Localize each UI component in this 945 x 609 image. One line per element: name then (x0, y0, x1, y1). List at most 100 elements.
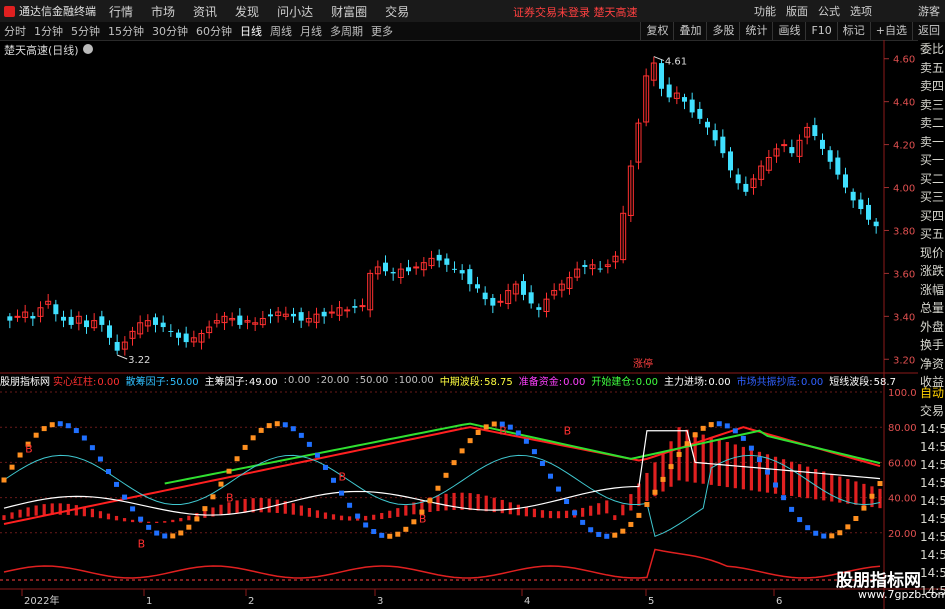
quote-label: 总量 (920, 301, 945, 315)
low-label: 3.22 (128, 355, 150, 366)
quote-label: 现价 (920, 245, 945, 260)
tool-mark[interactable]: 标记 (836, 22, 870, 40)
tool-overlay[interactable]: 叠加 (673, 22, 706, 40)
ind-tick-label: 20.00 (888, 529, 917, 540)
tool-add-watch[interactable]: +自选 (869, 22, 912, 40)
wave-step (170, 533, 176, 539)
login-alert[interactable]: 证券交易未登录 楚天高速 (513, 4, 638, 20)
indicator-field: 市场共振抄底:0.00 (736, 377, 824, 388)
chart-area[interactable]: 4.60 4.40 4.20 4.00 3.80 3.60 3.40 3.20 100.0 80.… (0, 40, 945, 609)
period-multi[interactable]: 多周期 (326, 23, 367, 39)
candle-body (237, 315, 243, 325)
candle-body (682, 97, 687, 102)
hist-bar (404, 505, 408, 516)
menu-news[interactable]: 资讯 (184, 3, 226, 20)
candle-body (735, 174, 741, 184)
wave-step (379, 532, 385, 538)
wave-step (869, 493, 875, 499)
menu-quote[interactable]: 行情 (100, 3, 142, 20)
period-15min[interactable]: 15分钟 (104, 23, 148, 39)
hist-bar (789, 461, 794, 496)
wave-step (9, 464, 15, 470)
hist-bar (556, 511, 561, 519)
menu-trade[interactable]: 交易 (376, 3, 418, 20)
wave-step (732, 428, 738, 434)
wave-step (65, 423, 71, 429)
wave-step (339, 490, 345, 496)
tool-draw[interactable]: 画线 (772, 22, 805, 40)
menu-options[interactable]: 选项 (845, 3, 877, 19)
period-more[interactable]: 更多 (367, 23, 397, 39)
wave-step (459, 448, 465, 454)
tool-back[interactable]: 返回 (912, 22, 945, 40)
indicator-field: 实心红柱:0.00 (53, 377, 120, 388)
menu-market[interactable]: 市场 (142, 3, 184, 20)
buy-marker: B (226, 492, 234, 505)
wave-step (33, 432, 39, 438)
wave-step (57, 421, 63, 427)
indicator-field: 开始建仓:0.00 (591, 377, 659, 388)
menu-assistant[interactable]: 问小达 (268, 3, 322, 20)
candle-body (30, 316, 36, 319)
menu-layout[interactable]: 版面 (781, 3, 813, 19)
wave-step (306, 441, 312, 447)
wave-step (821, 533, 827, 539)
menu-formula[interactable]: 公式 (813, 3, 845, 19)
wave-step (73, 428, 79, 434)
hist-bar (106, 513, 111, 520)
wave-step (789, 506, 795, 512)
menu-wealth[interactable]: 财富圈 (322, 3, 376, 20)
hist-bar (540, 510, 545, 518)
hist-bar (516, 504, 520, 516)
candle-body (659, 63, 664, 89)
period-60min[interactable]: 60分钟 (192, 23, 236, 39)
price-tick-label: 3.80 (893, 226, 915, 237)
period-intraday[interactable]: 分时 (0, 23, 30, 39)
price-tick-label: 3.60 (893, 269, 915, 280)
period-daily[interactable]: 日线 (236, 23, 266, 39)
period-30min[interactable]: 30分钟 (148, 23, 192, 39)
candle-body (268, 314, 273, 317)
hist-bar (661, 451, 665, 492)
menu-guest[interactable]: 游客 (913, 3, 945, 19)
period-1min[interactable]: 1分钟 (30, 23, 67, 39)
tool-adjust[interactable]: 复权 (640, 22, 673, 40)
wave-step (17, 452, 23, 458)
app-logo: 通达信金融终端 (0, 3, 100, 19)
period-weekly[interactable]: 周线 (266, 23, 296, 39)
wave-step (154, 530, 160, 536)
hist-bar (444, 493, 448, 511)
candle-body (359, 305, 366, 308)
hist-bar (114, 515, 119, 521)
candle-body (107, 325, 112, 338)
wave-step (282, 422, 288, 428)
candle-body (321, 311, 327, 317)
menu-discover[interactable]: 发现 (226, 3, 268, 20)
candle-body (168, 330, 174, 332)
indicator-field: :20.00 (316, 375, 350, 386)
wave-step (805, 525, 811, 531)
indicator-field: 中期波段:58.75 (439, 377, 513, 388)
menu-functions[interactable]: 功能 (749, 3, 781, 19)
indicator-name: 股朋指标网 (0, 377, 50, 388)
wave-step (226, 468, 232, 474)
period-monthly[interactable]: 月线 (296, 23, 326, 39)
wave-step (580, 519, 586, 525)
tool-stats[interactable]: 统计 (739, 22, 772, 40)
top-menu-bar: 通达信金融终端 行情 市场 资讯 发现 问小达 财富圈 交易 证券交易未登录 楚… (0, 0, 945, 23)
period-5min[interactable]: 5分钟 (67, 23, 104, 39)
tool-multi[interactable]: 多股 (706, 22, 739, 40)
app-title: 通达信金融终端 (19, 5, 96, 18)
side-label: 14:56 (920, 566, 945, 580)
tool-f10[interactable]: F10 (805, 22, 836, 40)
wave-step (596, 531, 602, 537)
settings-icon[interactable] (82, 44, 93, 54)
wave-step (41, 426, 47, 432)
candle-body (835, 157, 841, 175)
quote-label: 换手 (920, 338, 945, 352)
wave-step (371, 529, 377, 535)
wave-step (708, 422, 714, 428)
candle-body (743, 183, 749, 192)
quote-label: 买二 (920, 171, 945, 186)
quote-label: 买四 (920, 208, 945, 223)
